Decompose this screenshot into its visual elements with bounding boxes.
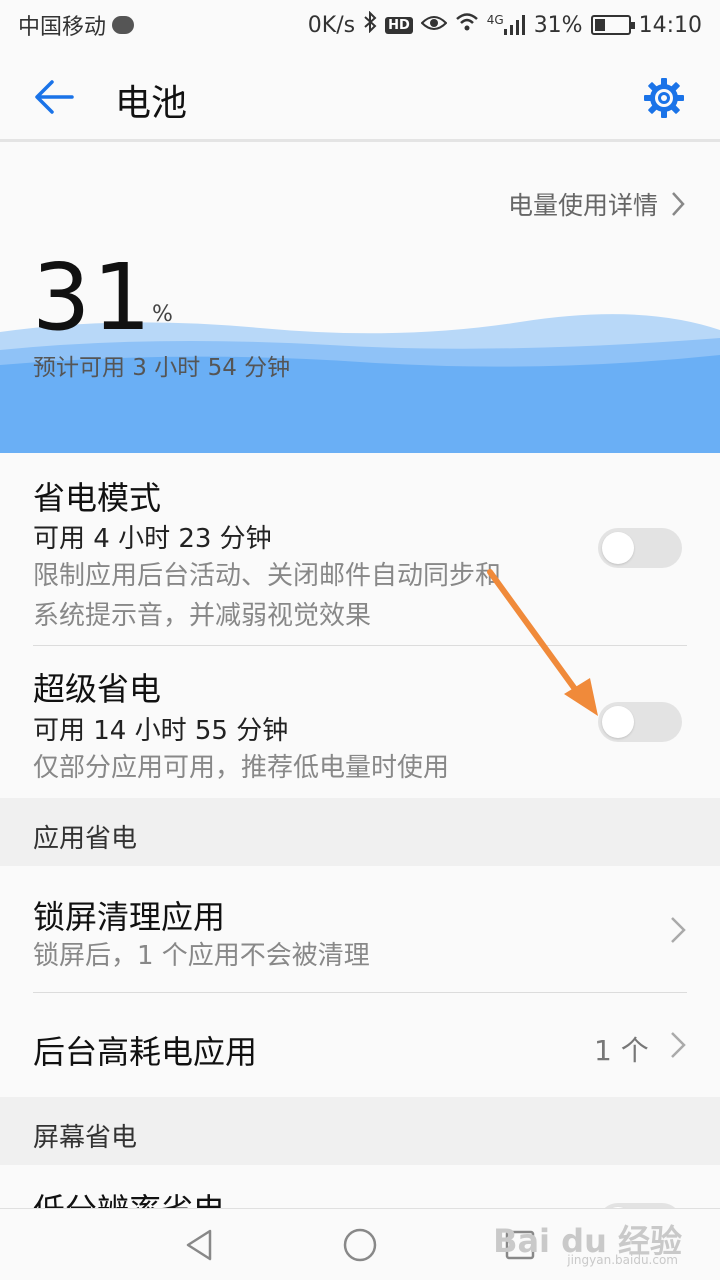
net-speed: 0K/s	[307, 12, 356, 38]
chevron-right-icon	[672, 192, 685, 216]
power-saving-toggle[interactable]	[598, 528, 682, 568]
power-saving-title: 省电模式	[33, 479, 162, 517]
clock: 14:10	[638, 12, 702, 38]
carrier-label: 中国移动	[18, 15, 107, 40]
lockscreen-cleanup-row[interactable]: 锁屏清理应用 锁屏后，1 个应用不会被清理	[0, 866, 720, 992]
cell-signal-icon: 4G	[487, 13, 526, 35]
bluetooth-icon	[363, 10, 377, 39]
nav-back-button[interactable]	[180, 1225, 220, 1265]
battery-percent-sign: %	[152, 302, 173, 327]
power-saving-row[interactable]: 省电模式 可用 4 小时 23 分钟 限制应用后台活动、关闭邮件自动同步和 系统…	[0, 453, 720, 645]
low-resolution-row[interactable]: 低分辨率省电	[0, 1165, 720, 1208]
background-high-power-title: 后台高耗电应用	[33, 1033, 258, 1071]
settings-button[interactable]	[640, 74, 688, 122]
battery-percent-label: 31%	[533, 12, 583, 38]
ultra-power-saving-available: 可用 14 小时 55 分钟	[33, 716, 289, 746]
back-arrow-icon	[35, 80, 74, 114]
gear-icon	[644, 78, 684, 118]
hd-icon: HD	[385, 16, 413, 34]
usage-detail-link[interactable]: 电量使用详情	[508, 186, 686, 222]
back-button[interactable]	[28, 72, 78, 122]
app-saving-header: 应用省电	[0, 798, 720, 866]
low-resolution-title: 低分辨率省电	[33, 1185, 225, 1208]
eye-icon	[420, 13, 448, 38]
ultra-power-saving-row[interactable]: 超级省电 可用 14 小时 55 分钟 仅部分应用可用，推荐低电量时使用	[0, 646, 720, 798]
circle-home-icon	[343, 1228, 377, 1262]
ultra-power-saving-toggle[interactable]	[598, 702, 682, 742]
power-saving-description: 限制应用后台活动、关闭邮件自动同步和 系统提示音，并减弱视觉效果	[33, 561, 502, 631]
page-title: 电池	[115, 83, 188, 124]
battery-icon	[590, 15, 635, 35]
battery-estimate: 预计可用 3 小时 54 分钟	[33, 355, 291, 381]
battery-hero: 31 % 预计可用 3 小时 54 分钟	[0, 230, 720, 453]
usage-detail-label: 电量使用详情	[507, 191, 658, 220]
nav-home-button[interactable]	[340, 1225, 380, 1265]
chevron-right-icon	[671, 917, 686, 943]
baidu-watermark-url: jingyan.baidu.com	[567, 1253, 678, 1267]
background-high-power-count: 1 个	[594, 1034, 649, 1067]
battery-percent-value: 31	[32, 244, 154, 351]
chevron-right-icon	[671, 1032, 686, 1058]
wifi-icon	[455, 12, 479, 38]
status-bar: 中国移动 0K/s HD 4G 31% 14:10	[0, 0, 720, 50]
power-saving-available: 可用 4 小时 23 分钟	[33, 524, 272, 554]
triangle-back-icon	[186, 1229, 212, 1261]
ultra-power-saving-description: 仅部分应用可用，推荐低电量时使用	[33, 753, 450, 783]
lockscreen-cleanup-subtitle: 锁屏后，1 个应用不会被清理	[33, 941, 370, 971]
background-high-power-row[interactable]: 后台高耗电应用 1 个	[0, 993, 720, 1097]
lockscreen-cleanup-title: 锁屏清理应用	[33, 898, 226, 936]
ultra-power-saving-title: 超级省电	[33, 670, 162, 708]
screen-saving-header: 屏幕省电	[0, 1097, 720, 1165]
app-bar: 电池	[0, 50, 720, 142]
message-notification-icon	[112, 16, 135, 34]
